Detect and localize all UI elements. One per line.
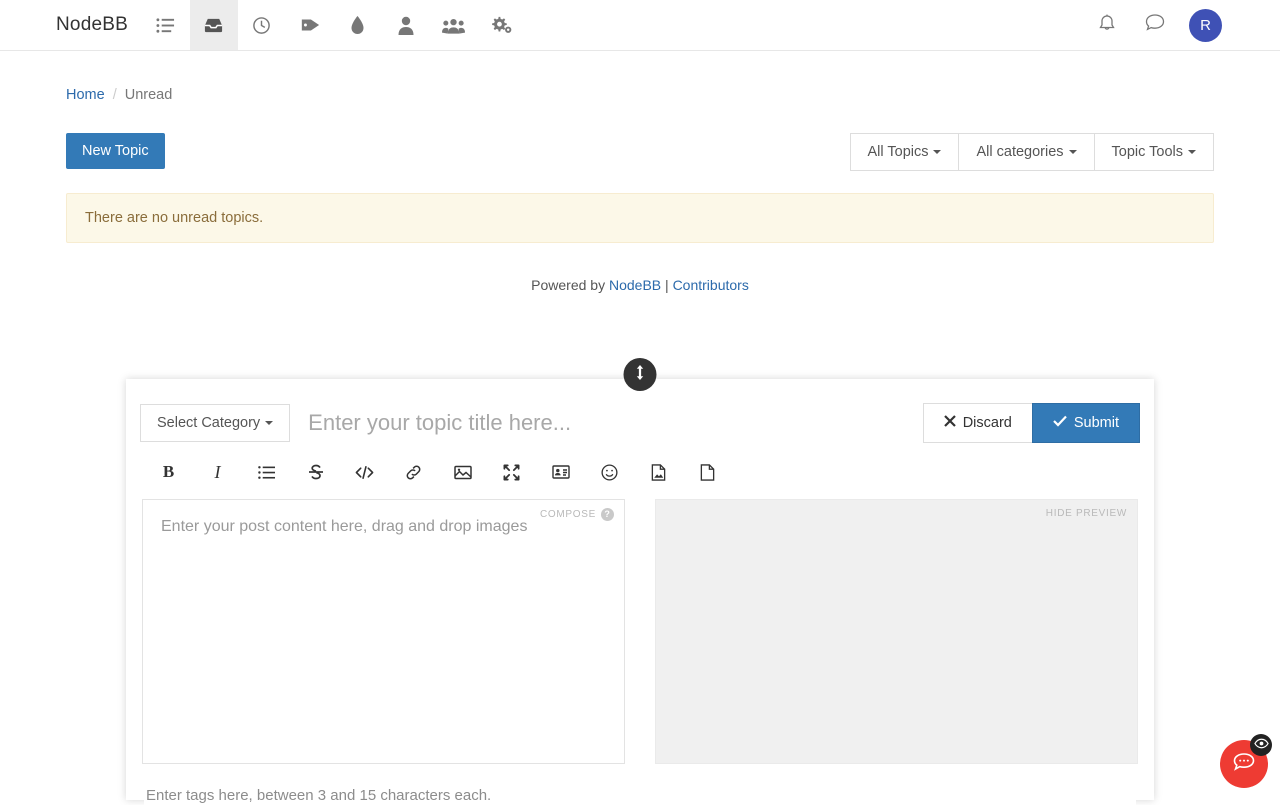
nav-item-unread[interactable]: [190, 0, 238, 50]
breadcrumb-separator: /: [113, 87, 117, 103]
nav-item-popular[interactable]: [334, 0, 382, 50]
list-icon[interactable]: [242, 457, 291, 487]
footer: Powered by NodeBB | Contributors: [66, 277, 1214, 293]
footer-contributors-link[interactable]: Contributors: [673, 277, 749, 293]
post-content-input[interactable]: [143, 500, 624, 763]
discard-button[interactable]: Discard: [923, 403, 1032, 443]
brand-logo[interactable]: NodeBB: [56, 0, 142, 50]
emoji-icon[interactable]: [585, 457, 634, 487]
chat-bubble-icon: [1145, 13, 1165, 37]
nav-item-tags[interactable]: [286, 0, 334, 50]
navbar-left: NodeBB: [0, 0, 526, 50]
file-icon[interactable]: [683, 457, 732, 487]
page-container: Home / Unread New Topic All Topics All c…: [66, 51, 1214, 293]
topic-title-input[interactable]: [290, 403, 923, 443]
footer-nodebb-link[interactable]: NodeBB: [609, 277, 661, 293]
image-file-icon[interactable]: [634, 457, 683, 487]
compose-label: COMPOSE: [540, 509, 596, 520]
cogs-icon: [491, 15, 512, 35]
notifications-button[interactable]: [1093, 11, 1121, 39]
user-icon: [398, 16, 414, 35]
flame-icon: [350, 15, 365, 35]
strikethrough-icon[interactable]: [291, 457, 340, 487]
no-unread-topics-alert: There are no unread topics.: [66, 193, 1214, 243]
breadcrumb-home[interactable]: Home: [66, 87, 105, 103]
contact-card-icon[interactable]: [536, 457, 585, 487]
chat-fab-badge[interactable]: [1250, 734, 1272, 756]
chevron-down-icon: [1069, 150, 1077, 154]
tags-input[interactable]: [144, 786, 1136, 805]
check-icon: [1053, 415, 1067, 431]
footer-pipe: |: [665, 277, 669, 293]
nav-item-groups[interactable]: [430, 0, 478, 50]
new-topic-button[interactable]: New Topic: [66, 133, 165, 169]
nav-item-users[interactable]: [382, 0, 430, 50]
topic-tools-label: Topic Tools: [1112, 144, 1183, 160]
code-icon[interactable]: [340, 457, 389, 487]
submit-button[interactable]: Submit: [1032, 403, 1140, 443]
topic-toolbar: New Topic All Topics All categories Topi…: [66, 133, 1214, 171]
nav-item-recent[interactable]: [238, 0, 286, 50]
chevron-down-icon: [1188, 150, 1196, 154]
composer-panel: Select Category Discard Submit B: [126, 379, 1154, 800]
footer-powered-by: Powered by: [531, 277, 605, 293]
chevron-down-icon: [933, 150, 941, 154]
all-categories-dropdown[interactable]: All categories: [958, 133, 1093, 171]
filter-dropdowns: All Topics All categories Topic Tools: [850, 133, 1215, 171]
link-icon[interactable]: [389, 457, 438, 487]
topic-tools-dropdown[interactable]: Topic Tools: [1094, 133, 1214, 171]
composer-panes: COMPOSE ? HIDE PREVIEW: [140, 499, 1140, 764]
compose-label-group[interactable]: COMPOSE ?: [540, 508, 614, 521]
nav-item-admin[interactable]: [478, 0, 526, 50]
all-topics-dropdown[interactable]: All Topics: [850, 133, 959, 171]
arrows-vertical-icon: [634, 365, 647, 385]
breadcrumb-current: Unread: [125, 87, 173, 103]
all-topics-label: All Topics: [868, 144, 929, 160]
composer-actions: Discard Submit: [923, 403, 1140, 443]
tag-icon: [300, 15, 320, 35]
discard-label: Discard: [963, 415, 1012, 431]
clock-icon: [252, 16, 271, 35]
composer-header: Select Category Discard Submit: [140, 403, 1140, 443]
list-icon: [156, 16, 175, 35]
breadcrumb: Home / Unread: [66, 77, 1214, 103]
italic-icon[interactable]: I: [193, 457, 242, 487]
chat-button[interactable]: [1141, 11, 1169, 39]
submit-label: Submit: [1074, 415, 1119, 431]
nav-item-categories[interactable]: [142, 0, 190, 50]
users-icon: [442, 16, 465, 34]
formatting-toolbar: B I: [140, 443, 1140, 499]
picture-icon[interactable]: [438, 457, 487, 487]
all-categories-label: All categories: [976, 144, 1063, 160]
navbar: NodeBB: [0, 0, 1280, 51]
chat-bubble-icon: [1232, 751, 1256, 778]
tags-row: [140, 764, 1140, 805]
chevron-down-icon: [265, 421, 273, 425]
expand-icon[interactable]: [487, 457, 536, 487]
bold-icon[interactable]: B: [144, 457, 193, 487]
write-pane: COMPOSE ?: [142, 499, 625, 764]
help-icon[interactable]: ?: [601, 508, 614, 521]
chat-fab-button[interactable]: [1220, 740, 1268, 788]
hide-preview-button[interactable]: HIDE PREVIEW: [1046, 508, 1127, 519]
inbox-icon: [203, 15, 224, 36]
navbar-right: R: [1093, 0, 1280, 50]
close-icon: [944, 415, 956, 431]
select-category-label: Select Category: [157, 415, 260, 431]
composer: Select Category Discard Submit B: [126, 379, 1154, 800]
select-category-dropdown[interactable]: Select Category: [140, 404, 290, 442]
composer-drag-handle[interactable]: [624, 358, 657, 391]
avatar[interactable]: R: [1189, 9, 1222, 42]
eye-icon: [1254, 736, 1269, 754]
preview-pane: HIDE PREVIEW: [655, 499, 1138, 764]
bell-icon: [1098, 13, 1116, 37]
